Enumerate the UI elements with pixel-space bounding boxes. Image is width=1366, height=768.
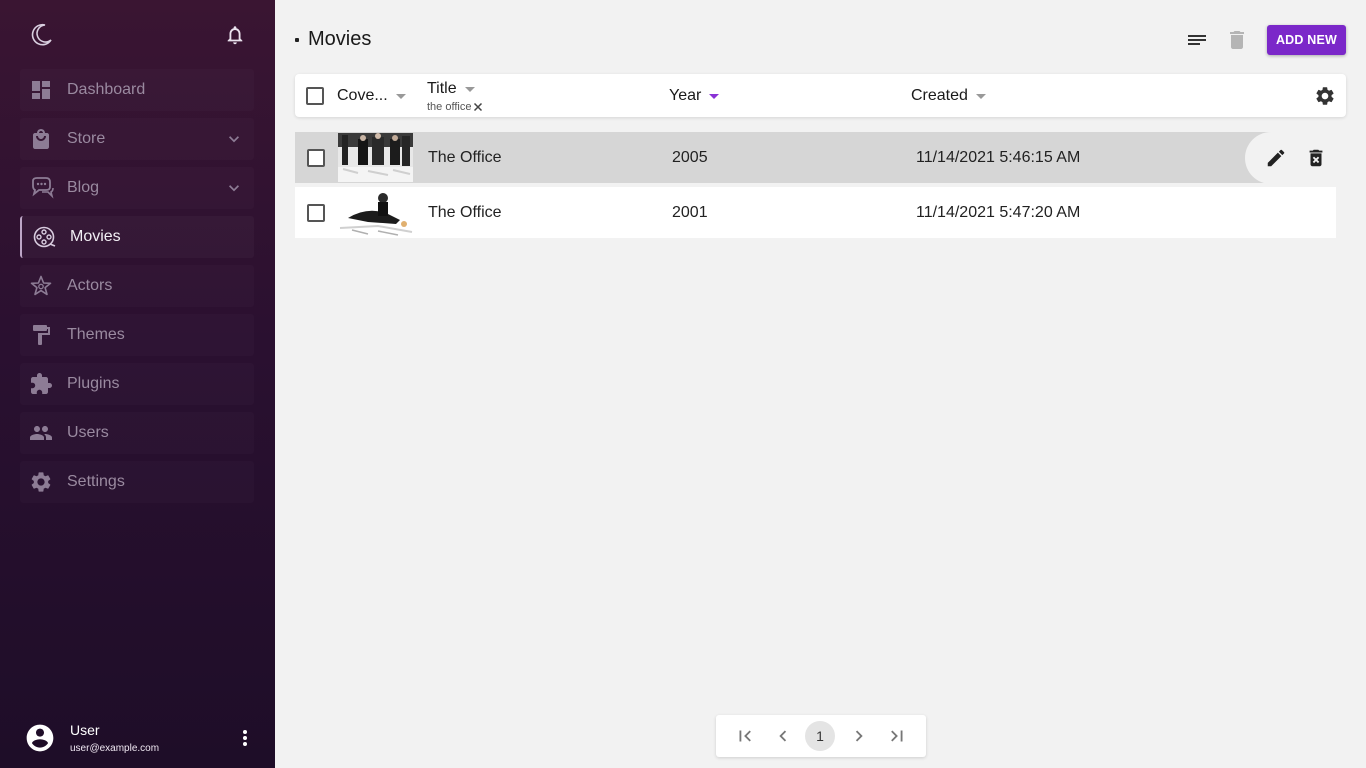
row-checkbox[interactable] [307, 149, 325, 167]
cell-created: 11/14/2021 5:47:20 AM [916, 204, 1081, 221]
app-logo[interactable] [28, 22, 54, 48]
pagination: 1 [716, 715, 926, 757]
sidebar-item-plugins[interactable]: Plugins [20, 363, 254, 405]
column-label: Year [669, 87, 702, 104]
user-name: User [70, 722, 100, 738]
dashboard-icon [29, 78, 53, 102]
main-content: Movies ADD NEW Cove... Title the office … [275, 0, 1366, 768]
chat-bubbles-icon [29, 176, 54, 200]
sidebar-item-label: Settings [67, 473, 125, 490]
sidebar-item-label: Blog [67, 179, 100, 196]
gear-icon [29, 470, 53, 494]
close-icon[interactable] [473, 102, 483, 112]
delete-icon[interactable] [1225, 28, 1249, 52]
sidebar-item-actors[interactable]: Actors [20, 265, 254, 307]
column-year[interactable]: Year [669, 87, 720, 105]
delete-forever-icon[interactable] [1305, 147, 1327, 169]
next-page-icon[interactable] [848, 725, 870, 747]
paint-roller-icon [29, 323, 53, 347]
row-actions [1245, 132, 1336, 184]
add-new-button[interactable]: ADD NEW [1267, 25, 1346, 55]
previous-page-icon[interactable] [772, 725, 794, 747]
sidebar-item-movies[interactable]: Movies [20, 216, 254, 258]
cell-year: 2005 [672, 149, 708, 166]
chevron-down-icon [224, 178, 244, 198]
sidebar: Dashboard Store Blog Movies Actors Theme… [0, 0, 275, 768]
sidebar-item-label: Store [67, 130, 106, 147]
first-page-icon[interactable] [734, 725, 756, 747]
column-label: Cove... [337, 87, 388, 104]
movie-cover-image [338, 133, 413, 182]
sidebar-item-themes[interactable]: Themes [20, 314, 254, 356]
notifications-bell-icon[interactable] [224, 24, 246, 46]
column-title[interactable]: Title [427, 80, 475, 98]
edit-pencil-icon[interactable] [1265, 147, 1287, 169]
title-bullet [295, 37, 299, 42]
sidebar-item-store[interactable]: Store [20, 118, 254, 160]
more-vert-icon[interactable] [236, 727, 254, 749]
sort-arrow-icon [709, 93, 720, 99]
column-settings-gear-icon[interactable] [1314, 85, 1336, 107]
users-icon [29, 421, 53, 445]
sidebar-item-label: Dashboard [67, 81, 146, 98]
film-reel-icon [32, 225, 56, 249]
cell-created: 11/14/2021 5:46:15 AM [916, 149, 1081, 166]
star-icon [29, 274, 53, 298]
page-title: Movies [308, 28, 372, 50]
sort-lines-icon[interactable] [1185, 29, 1209, 51]
column-label: Created [911, 87, 968, 104]
title-filter-chip[interactable]: the office [427, 101, 483, 113]
cell-title: The Office [428, 149, 502, 166]
avatar-icon[interactable] [24, 722, 56, 754]
select-all-checkbox[interactable] [306, 87, 324, 105]
sort-arrow-icon [464, 86, 475, 92]
column-label: Title [427, 80, 457, 97]
table-row[interactable]: The Office 2001 11/14/2021 5:47:20 AM [295, 187, 1336, 238]
sort-arrow-icon [395, 93, 406, 99]
table-header: Cove... Title the office Year Created [295, 74, 1346, 117]
page-number-current[interactable]: 1 [805, 721, 835, 751]
page-header: Movies [295, 28, 371, 51]
column-created[interactable]: Created [911, 87, 986, 105]
puzzle-icon [29, 372, 53, 396]
user-email: user@example.com [70, 743, 160, 754]
sidebar-item-users[interactable]: Users [20, 412, 254, 454]
sidebar-item-label: Plugins [67, 375, 120, 392]
sidebar-item-label: Actors [67, 277, 113, 294]
row-checkbox[interactable] [307, 204, 325, 222]
cell-title: The Office [428, 204, 502, 221]
sidebar-item-blog[interactable]: Blog [20, 167, 254, 209]
cell-year: 2001 [672, 204, 708, 221]
chevron-down-icon [224, 129, 244, 149]
filter-value: the office [427, 101, 472, 113]
sort-arrow-icon [975, 93, 986, 99]
column-cover[interactable]: Cove... [337, 87, 406, 105]
movie-cover-image [338, 188, 413, 237]
shopping-bag-icon [29, 127, 53, 151]
sidebar-item-label: Themes [67, 326, 125, 343]
table-row[interactable]: The Office 2005 11/14/2021 5:46:15 AM [295, 132, 1336, 183]
sidebar-item-label: Movies [70, 228, 121, 245]
last-page-icon[interactable] [886, 725, 908, 747]
user-profile: User user@example.com [0, 712, 275, 768]
sidebar-item-settings[interactable]: Settings [20, 461, 254, 503]
sidebar-item-dashboard[interactable]: Dashboard [20, 69, 254, 111]
sidebar-item-label: Users [67, 424, 109, 441]
